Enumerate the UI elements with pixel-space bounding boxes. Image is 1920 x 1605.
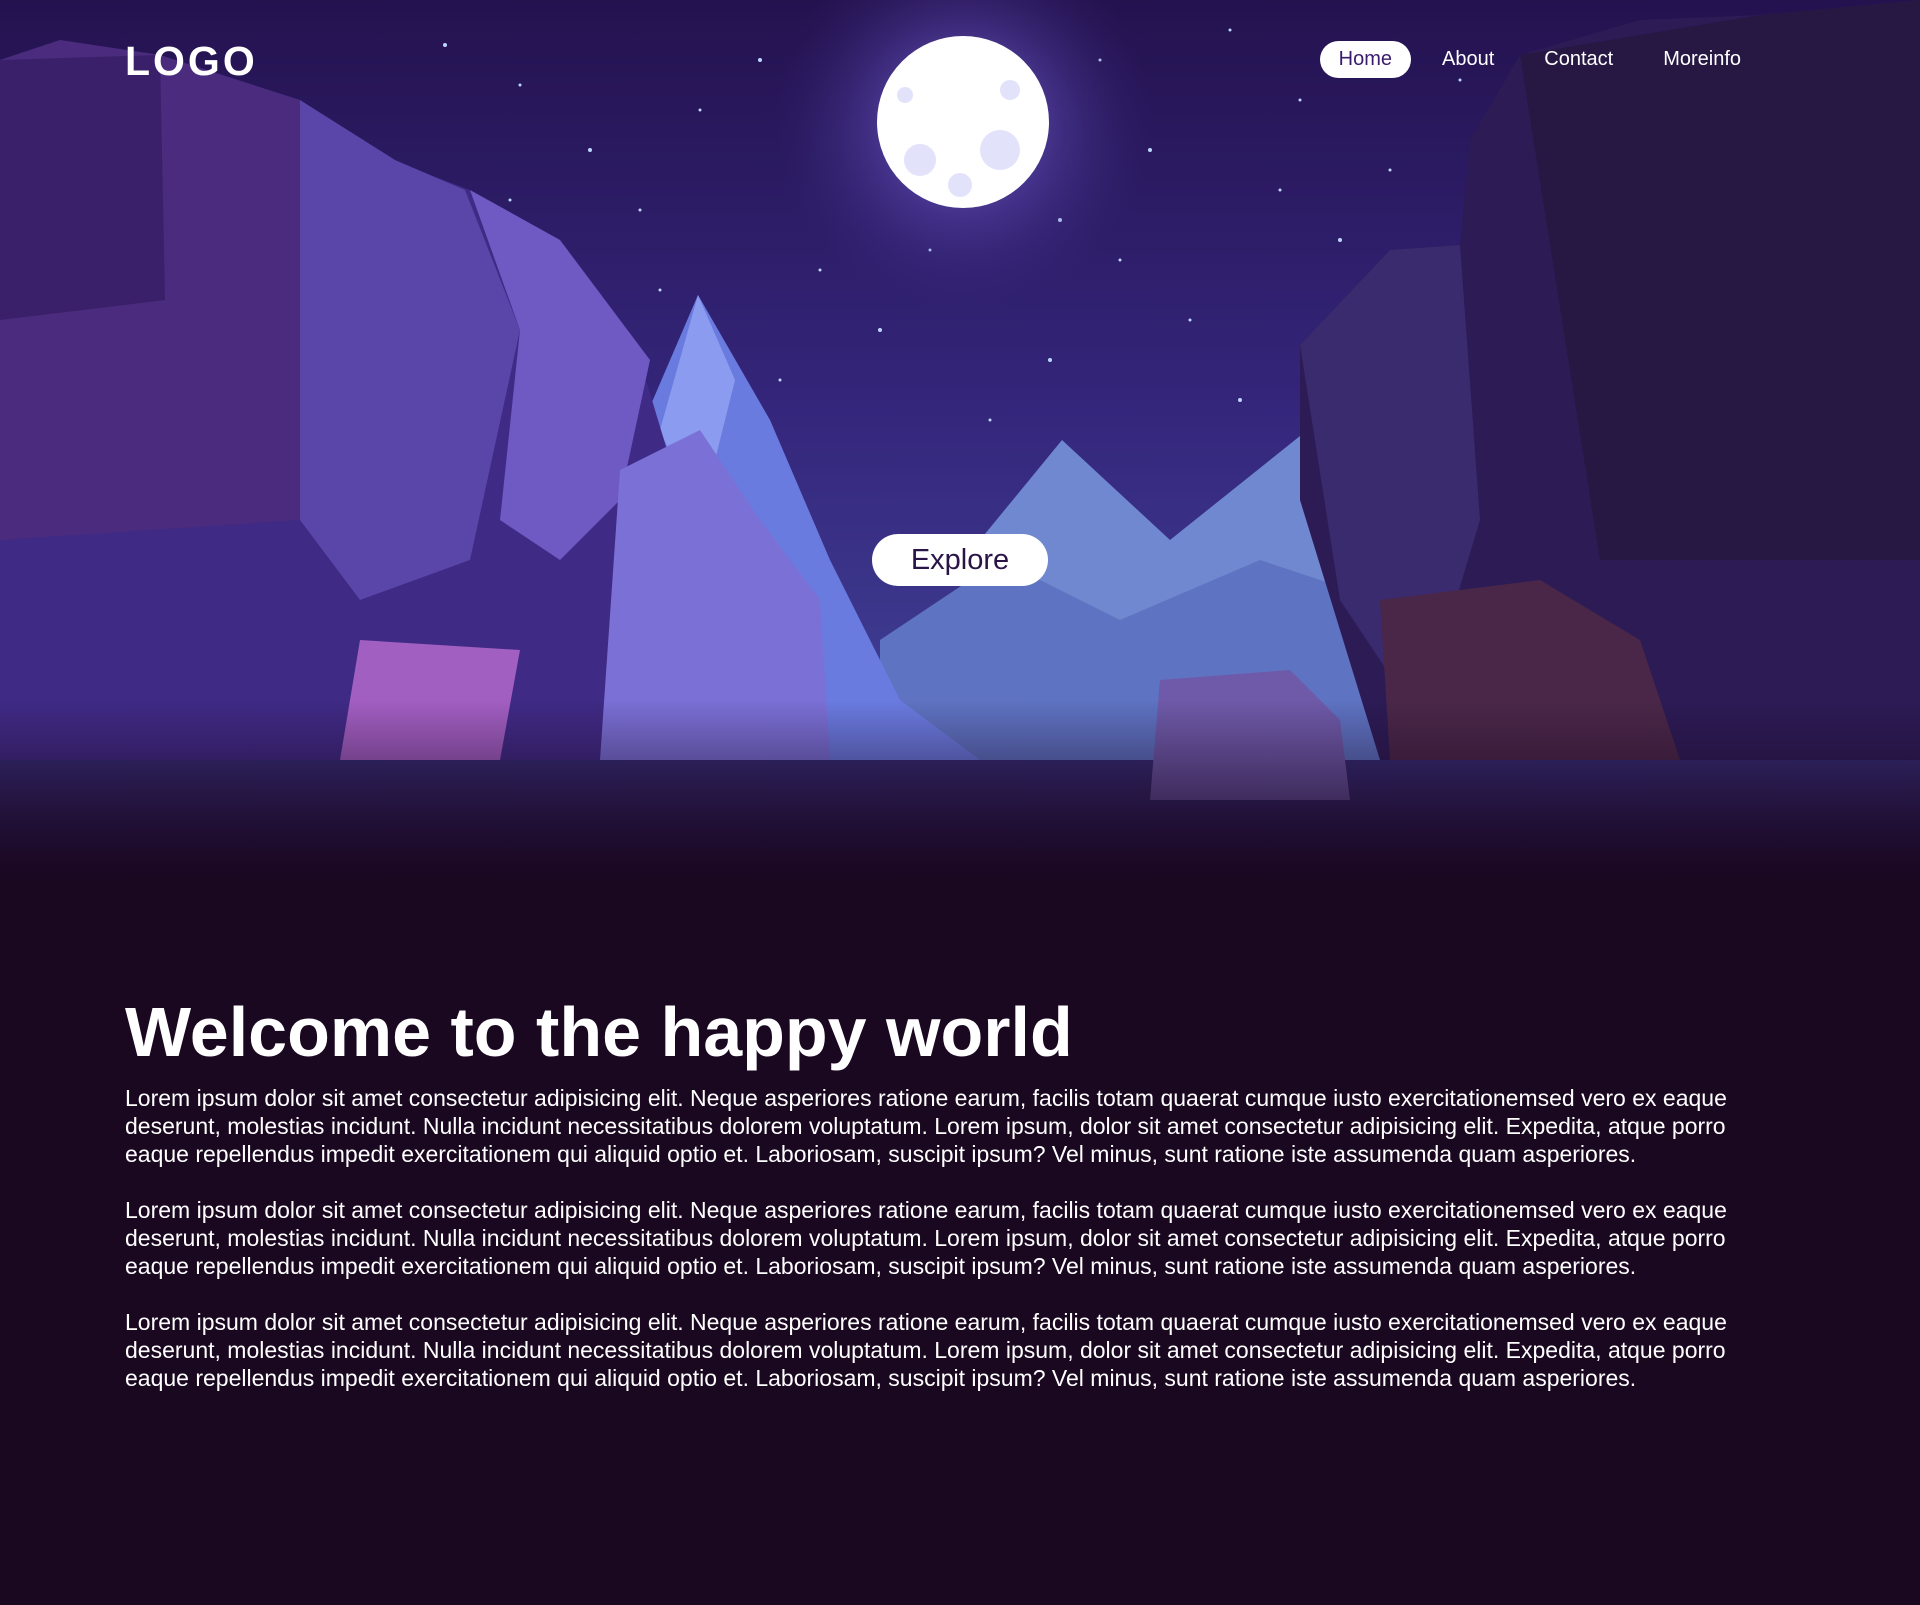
nav-about-link[interactable]: About xyxy=(1423,41,1513,78)
body-paragraph: Lorem ipsum dolor sit amet consectetur a… xyxy=(125,1085,1727,1167)
hero-banner: LOGO Home About Contact Moreinfo Explore xyxy=(0,0,1920,880)
main-content: Welcome to the happy world Lorem ipsum d… xyxy=(125,990,1745,1420)
nav-moreinfo-link[interactable]: Moreinfo xyxy=(1644,41,1760,78)
nav-contact-link[interactable]: Contact xyxy=(1525,41,1632,78)
night-landscape-illustration xyxy=(0,0,1920,880)
nav-home-link[interactable]: Home xyxy=(1319,41,1411,78)
explore-button[interactable]: Explore xyxy=(872,534,1048,586)
body-paragraph: Lorem ipsum dolor sit amet consectetur a… xyxy=(125,1197,1727,1279)
main-navigation: Home About Contact Moreinfo xyxy=(1319,41,1760,78)
site-logo[interactable]: LOGO xyxy=(125,38,258,85)
page-title: Welcome to the happy world xyxy=(125,993,1073,1071)
body-paragraph: Lorem ipsum dolor sit amet consectetur a… xyxy=(125,1309,1727,1391)
